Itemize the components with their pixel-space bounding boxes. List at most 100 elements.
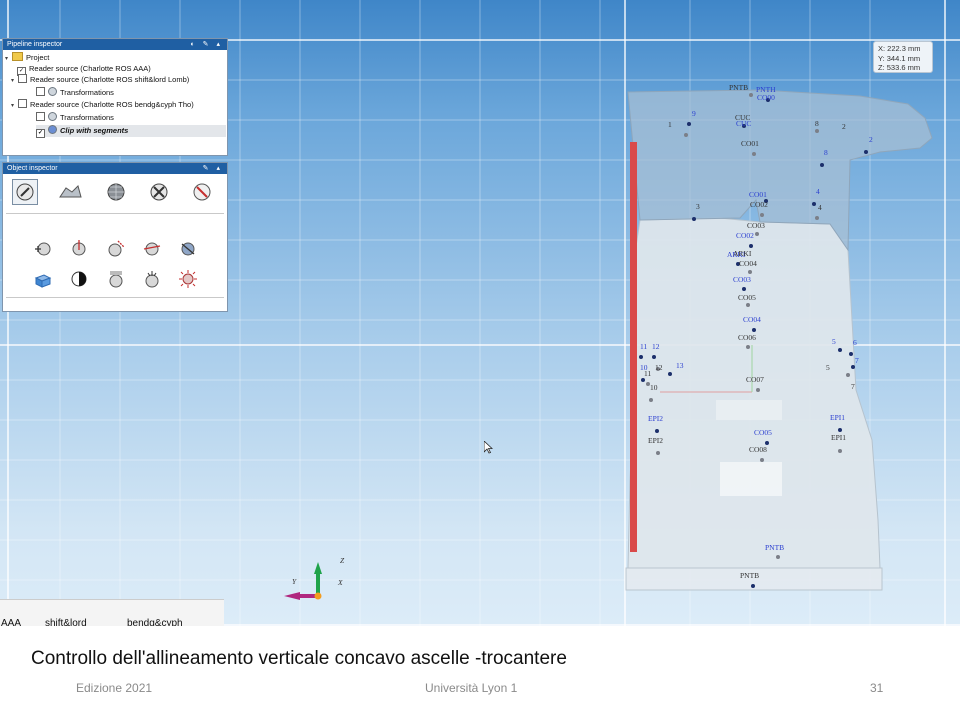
landmark-label: 4: [816, 187, 820, 196]
burst-point-icon: [179, 270, 197, 288]
landmark-point[interactable]: [838, 348, 842, 352]
landmark-label: EPI2: [648, 436, 663, 445]
visibility-checkbox[interactable]: [36, 112, 45, 121]
landmark-point[interactable]: [751, 584, 755, 588]
visibility-checkbox[interactable]: [36, 87, 45, 96]
tree-item-transformations-1[interactable]: Transformations: [36, 87, 114, 99]
landmark-point[interactable]: [838, 428, 842, 432]
dataset-legend-strip: AAA shift&lord bendg&cyph: [0, 599, 224, 626]
edit-tool-button[interactable]: [12, 179, 38, 205]
landmark-label: 2: [869, 135, 873, 144]
landmark-label: CO04: [739, 259, 757, 268]
tools-icon: [150, 183, 168, 201]
tools-button[interactable]: [146, 179, 172, 205]
landmark-label: CO01: [741, 139, 759, 148]
box-button[interactable]: [30, 266, 56, 292]
landmark-point[interactable]: [652, 355, 656, 359]
landmark-point[interactable]: [760, 213, 764, 217]
visibility-checkbox[interactable]: [18, 74, 27, 83]
chevron-down-icon[interactable]: ▾: [5, 53, 12, 65]
pipeline-inspector-panel: Pipeline inspector ◐ ✎ ▴ ▾ Project ✓ Reade…: [2, 38, 228, 156]
edit-icon: [16, 183, 34, 201]
landmark-label: EPI1: [830, 413, 845, 422]
forbidden-icon: [193, 183, 211, 201]
landmark-label: CO08: [749, 445, 767, 454]
plane-point-button[interactable]: [139, 235, 165, 261]
landmark-label: CO01: [749, 190, 767, 199]
add-point-button[interactable]: [30, 235, 56, 261]
landmark-point[interactable]: [641, 378, 645, 382]
landmark-point[interactable]: [815, 216, 819, 220]
landmark-point[interactable]: [742, 287, 746, 291]
landmark-point[interactable]: [639, 355, 643, 359]
label-point-button[interactable]: [103, 266, 129, 292]
burst-point-button[interactable]: [175, 266, 201, 292]
landmark-point[interactable]: [749, 93, 753, 97]
landmark-point[interactable]: [820, 163, 824, 167]
landmark-point[interactable]: [668, 372, 672, 376]
landmark-point[interactable]: [851, 365, 855, 369]
tree-item-reader-shift[interactable]: ▾ Reader source (Charlotte ROS shift&lord…: [11, 74, 189, 86]
pipeline-inspector-title-text: Pipeline inspector: [7, 41, 63, 48]
landmark-point[interactable]: [756, 388, 760, 392]
time-point-button[interactable]: [139, 266, 165, 292]
landmark-point[interactable]: [655, 429, 659, 433]
tree-item-clip-with-segments[interactable]: ✓ Clip with segments: [36, 125, 226, 138]
landmark-point[interactable]: [746, 345, 750, 349]
landmark-point[interactable]: [846, 373, 850, 377]
forbidden-button[interactable]: [189, 179, 215, 205]
pipeline-inspector-title: Pipeline inspector ◐ ✎ ▴: [3, 39, 227, 50]
slice-point-button[interactable]: [175, 235, 201, 261]
axis-point-button[interactable]: [66, 235, 92, 261]
clip-icon: [48, 125, 57, 134]
tree-item-transformations-2[interactable]: Transformations: [36, 112, 114, 124]
slice-point-icon: [181, 242, 195, 256]
landmark-point[interactable]: [684, 133, 688, 137]
landmark-label: CO02: [750, 200, 768, 209]
cut-point-button[interactable]: [103, 235, 129, 261]
tree-item-reader-bendg[interactable]: ▾ Reader source (Charlotte ROS bendg&cyph…: [11, 99, 194, 111]
surface-tool-button[interactable]: [57, 179, 83, 205]
landmark-label: EPI2: [648, 414, 663, 423]
contrast-button[interactable]: [66, 266, 92, 292]
landmark-label: CUC: [736, 119, 752, 128]
landmark-label: 7: [851, 382, 855, 391]
visibility-checkbox[interactable]: [18, 99, 27, 108]
landmark-label: 5: [832, 337, 836, 346]
chevron-down-icon[interactable]: ▾: [11, 75, 18, 87]
landmark-point[interactable]: [815, 129, 819, 133]
chevron-down-icon[interactable]: ▾: [11, 100, 18, 112]
landmark-point[interactable]: [849, 352, 853, 356]
landmark-point[interactable]: [760, 458, 764, 462]
box-icon: [34, 274, 52, 288]
3d-viewport[interactable]: Z Y X PNTB PNTH CO00 9 1 CUC CUC CO01 8 …: [0, 0, 960, 626]
landmark-point[interactable]: [687, 122, 691, 126]
tree-item-label: Reader source (Charlotte ROS AAA): [29, 64, 151, 73]
landmark-point[interactable]: [752, 152, 756, 156]
tree-item-label: Reader source (Charlotte ROS bendg&cyph …: [30, 100, 194, 109]
landmark-point[interactable]: [748, 270, 752, 274]
time-point-icon: [145, 271, 159, 288]
landmark-point[interactable]: [776, 555, 780, 559]
landmark-point[interactable]: [656, 451, 660, 455]
panel-controls[interactable]: ◐ ✎ ▴: [191, 39, 224, 50]
landmark-point[interactable]: [692, 217, 696, 221]
landmark-point[interactable]: [649, 398, 653, 402]
landmark-point[interactable]: [755, 232, 759, 236]
landmark-label: EPI1: [831, 433, 846, 442]
footer-university: Università Lyon 1: [425, 681, 518, 695]
landmark-label: 11: [640, 342, 648, 351]
landmark-point[interactable]: [749, 244, 753, 248]
landmark-label: 7: [855, 356, 859, 365]
mesh-tool-button[interactable]: [103, 179, 129, 205]
landmark-point[interactable]: [838, 449, 842, 453]
torso-model[interactable]: [625, 89, 933, 591]
landmark-point[interactable]: [812, 202, 816, 206]
panel-controls[interactable]: ✎ ▴: [203, 163, 223, 174]
landmark-point[interactable]: [752, 328, 756, 332]
landmark-point[interactable]: [864, 150, 868, 154]
landmark-label: 8: [824, 148, 828, 157]
legend-shift-lord: shift&lord: [45, 618, 87, 626]
landmark-point[interactable]: [746, 303, 750, 307]
visibility-checkbox[interactable]: ✓: [36, 129, 45, 138]
